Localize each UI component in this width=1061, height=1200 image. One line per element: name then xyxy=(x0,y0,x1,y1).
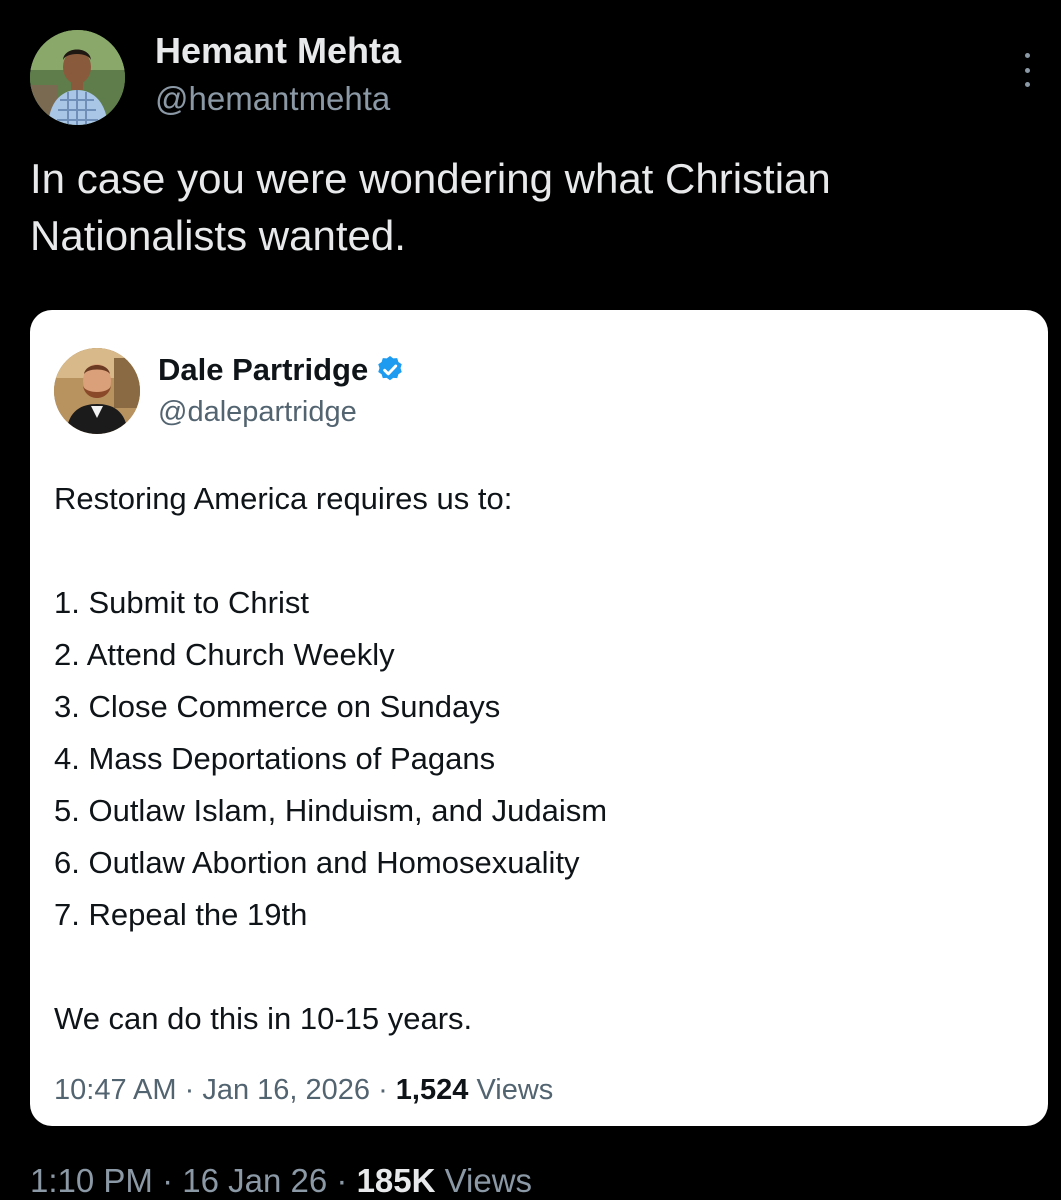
tweet-text-line: Nationalists wanted. xyxy=(30,212,406,259)
quoted-tweet-image[interactable]: Dale Partridge @dalepartridge Restoring … xyxy=(30,310,1048,1126)
author-name[interactable]: Hemant Mehta xyxy=(155,30,401,72)
tweet-text-line: In case you were wondering what Christia… xyxy=(30,155,831,202)
tweet-time[interactable]: 1:10 PM xyxy=(30,1162,153,1199)
list-item: 2. Attend Church Weekly xyxy=(54,637,395,672)
tweet: Hemant Mehta @hemantmehta In case you we… xyxy=(0,0,1061,1200)
more-dot xyxy=(1024,82,1030,87)
list-item: 7. Repeal the 19th xyxy=(54,897,308,932)
quoted-views-count: 1,524 xyxy=(395,1074,469,1106)
quoted-author-handle: @dalepartridge xyxy=(158,396,357,428)
more-dot xyxy=(1024,53,1030,58)
tweet-date[interactable]: 16 Jan 26 xyxy=(182,1162,327,1199)
list-item: 1. Submit to Christ xyxy=(54,585,309,620)
quoted-tweet-body: Restoring America requires us to: 1. Sub… xyxy=(54,473,1024,1045)
quoted-time: 10:47 AM xyxy=(54,1074,177,1106)
quoted-tweet-meta: 10:47 AM · Jan 16, 2026 · 1,524 Views xyxy=(54,1074,554,1106)
author-avatar[interactable] xyxy=(30,30,125,125)
quoted-author-row: Dale Partridge xyxy=(158,352,406,388)
tweet-views-label[interactable]: Views xyxy=(445,1162,532,1199)
more-vertical-icon[interactable] xyxy=(1012,50,1042,90)
list-item: 4. Mass Deportations of Pagans xyxy=(54,741,496,776)
list-item: 6. Outlaw Abortion and Homosexuality xyxy=(54,845,580,880)
tweet-views-count[interactable]: 185K xyxy=(357,1162,436,1199)
quoted-closing: We can do this in 10-15 years. xyxy=(54,1001,473,1036)
quoted-author-name: Dale Partridge xyxy=(158,352,369,387)
quoted-views-label: Views xyxy=(476,1074,554,1106)
more-dot xyxy=(1024,67,1030,73)
list-item: 3. Close Commerce on Sundays xyxy=(54,689,501,724)
quoted-date: Jan 16, 2026 xyxy=(202,1074,371,1106)
list-item: 5. Outlaw Islam, Hinduism, and Judaism xyxy=(54,793,608,828)
tweet-meta: 1:10 PM · 16 Jan 26 · 185K Views xyxy=(30,1162,533,1199)
tweet-text: In case you were wondering what Christia… xyxy=(30,150,1020,264)
verified-badge-icon xyxy=(374,354,406,386)
quoted-author-avatar xyxy=(54,348,140,434)
quoted-intro: Restoring America requires us to: xyxy=(54,481,513,516)
author-handle[interactable]: @hemantmehta xyxy=(155,80,390,118)
